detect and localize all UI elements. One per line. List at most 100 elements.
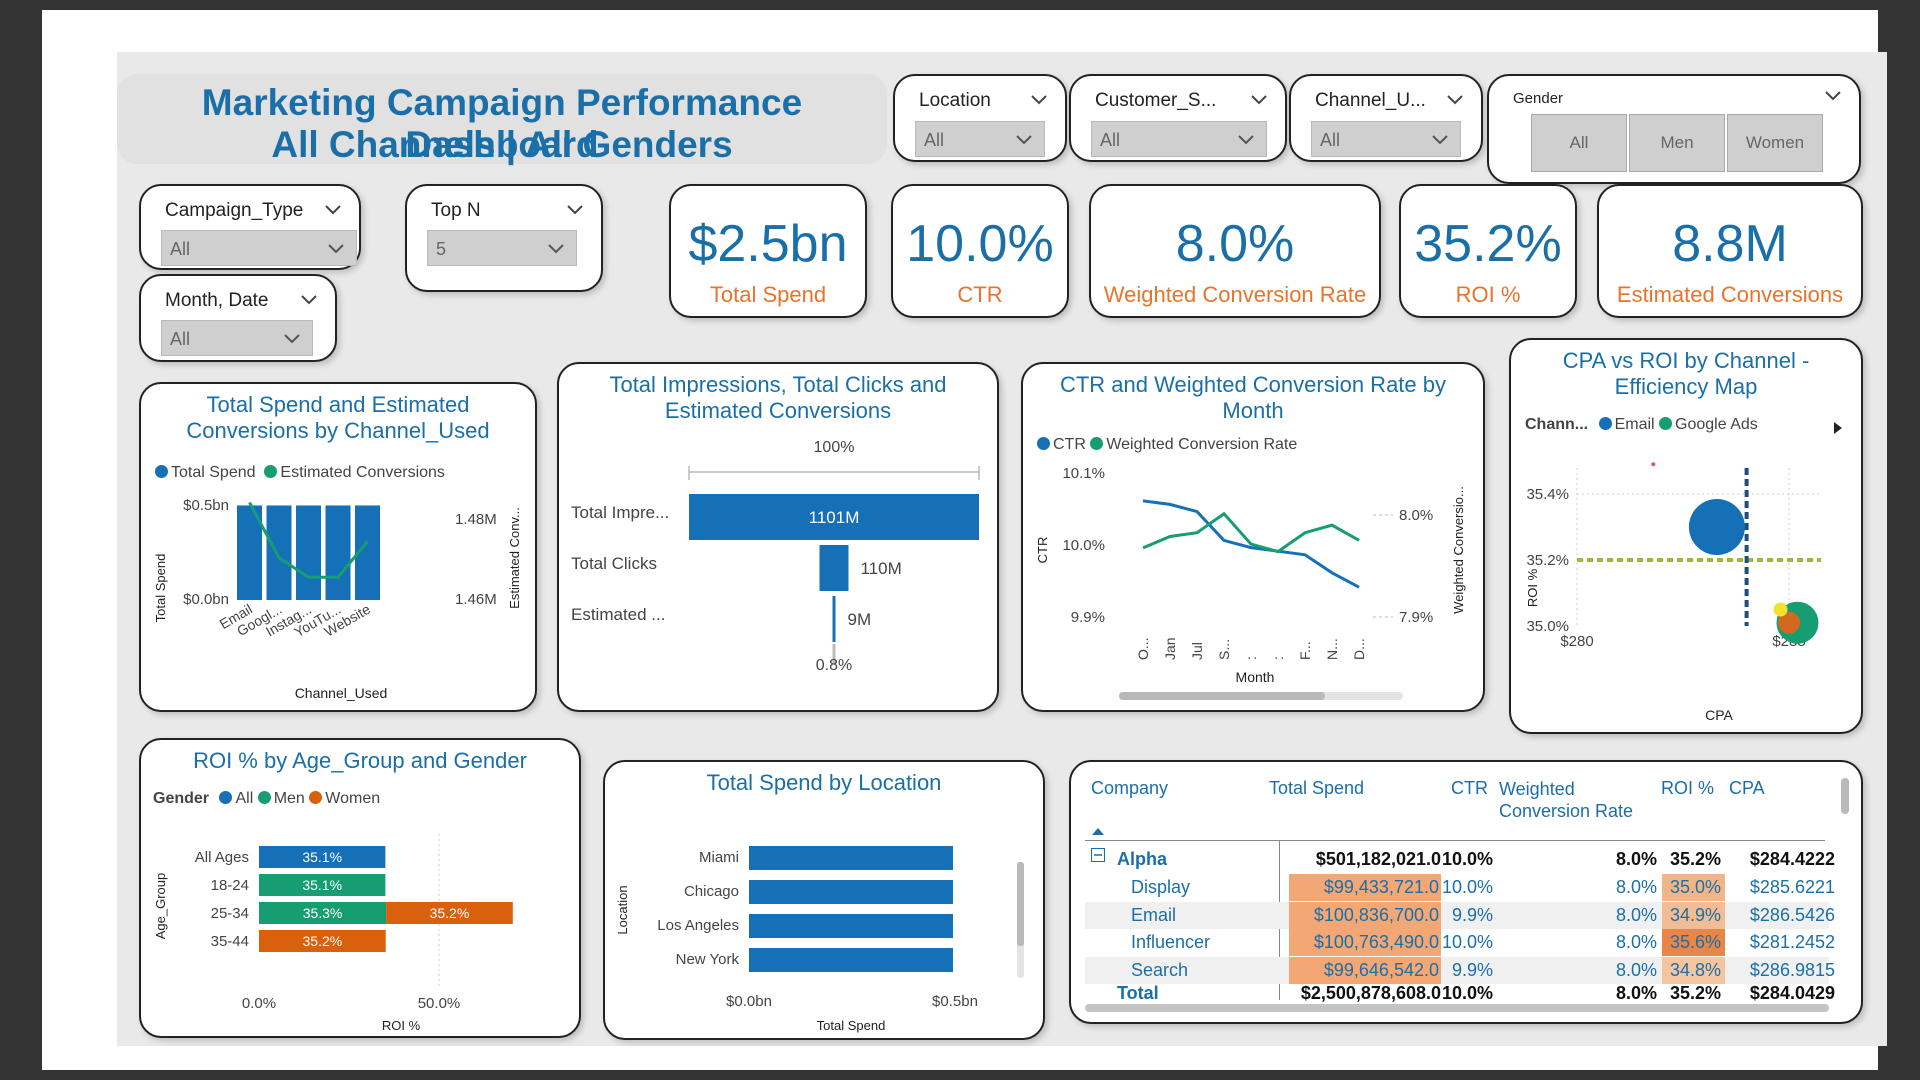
chevron-down-icon[interactable]: [565, 200, 585, 220]
table-cell-cpa: $284.0429: [1749, 983, 1835, 1003]
collapse-icon[interactable]: [1091, 848, 1105, 862]
legend-dot: [264, 465, 278, 478]
column-header-ctr[interactable]: CTR: [1451, 778, 1488, 799]
legend-scroll-right-icon[interactable]: [1831, 420, 1845, 436]
scrollbar-thumb[interactable]: [1017, 862, 1024, 946]
chevron-down-icon[interactable]: [1029, 90, 1049, 110]
month-date-slicer[interactable]: Month, Date All: [139, 274, 337, 362]
table-cell-ctr: 10.0%: [1441, 877, 1493, 897]
sort-ascending-icon[interactable]: [1091, 826, 1105, 836]
vertical-scrollbar[interactable]: [1841, 778, 1849, 814]
column-header-weighted-conversion-rate[interactable]: Weighted Conversion Rate: [1499, 778, 1635, 822]
scatter-point[interactable]: [1773, 602, 1788, 617]
x-axis-label: Month: [1236, 669, 1275, 685]
spend-location-chart-card: Total Spend by Location Location Miami Ch…: [603, 760, 1045, 1040]
x-tick: 50.0%: [418, 995, 461, 1012]
chevron-down-icon[interactable]: [1445, 90, 1465, 110]
kpi-card-ctr: 10.0% CTR: [891, 184, 1069, 318]
chevron-down-icon[interactable]: [1249, 90, 1269, 110]
month-date-dropdown[interactable]: All: [161, 320, 313, 356]
scatter-point[interactable]: [1651, 462, 1656, 467]
campaign-type-dropdown[interactable]: All: [161, 230, 357, 266]
legend-dot: [219, 791, 233, 804]
gender-option-women[interactable]: Women: [1727, 114, 1823, 172]
table-cell-ctr: 10.0%: [1441, 849, 1493, 869]
kpi-label: Estimated Conversions: [1616, 282, 1844, 307]
location-bar[interactable]: [749, 880, 953, 904]
legend-item: CTR: [1053, 436, 1086, 453]
x-tick: $280: [1560, 633, 1593, 650]
row-label: Email: [1131, 904, 1177, 925]
x-axis-label: ROI %: [382, 1018, 421, 1033]
funnel-chart-card: Total Impressions, Total Clicks and Esti…: [557, 362, 999, 712]
horizontal-scrollbar[interactable]: [1085, 1004, 1829, 1012]
column-header-cpa[interactable]: CPA: [1729, 778, 1765, 799]
chevron-down-icon: [1432, 135, 1448, 145]
company-table-card: Company Total Spend CTR Weighted Convers…: [1069, 760, 1863, 1024]
x-tick: $0.5bn: [932, 993, 978, 1010]
column-header-company[interactable]: Company: [1091, 778, 1168, 799]
kpi-label: Weighted Conversion Rate: [1103, 282, 1367, 307]
table-cell-roi: 35.2%: [1669, 983, 1721, 1003]
dashboard-subtitle: All Channels | All Genders: [271, 124, 733, 165]
scatter-point-email[interactable]: [1688, 499, 1745, 555]
y-axis-label: Location: [615, 885, 630, 934]
gender-slicer[interactable]: Gender All Men Women: [1487, 74, 1861, 184]
column-header-roi[interactable]: ROI %: [1661, 778, 1714, 799]
top-n-slicer[interactable]: Top N 5: [405, 184, 603, 292]
y2-axis-label: Estimated Conv...: [507, 507, 522, 609]
table-cell-roi: 35.2%: [1669, 849, 1721, 869]
kpi-card-total-spend: $2.5bn Total Spend: [669, 184, 867, 318]
location-bar[interactable]: [749, 846, 953, 870]
kpi-value: 10.0%: [906, 215, 1054, 273]
table-cell-wcr: 8.0%: [1615, 932, 1657, 952]
row-label: Influencer: [1131, 932, 1211, 952]
chevron-down-icon[interactable]: [1823, 86, 1843, 106]
legend-item: Estimated Conversions: [280, 464, 445, 481]
chevron-down-icon[interactable]: [299, 290, 319, 310]
campaign-type-slicer[interactable]: Campaign_Type All: [139, 184, 361, 270]
location-bar[interactable]: [749, 914, 953, 938]
top-n-dropdown[interactable]: 5: [427, 230, 577, 266]
column-header-total-spend[interactable]: Total Spend: [1269, 778, 1364, 799]
y2-tick: 7.9%: [1399, 609, 1433, 626]
gender-option-men[interactable]: Men: [1629, 114, 1725, 172]
location-bar[interactable]: [749, 948, 953, 972]
chevron-down-icon: [548, 244, 564, 254]
customer-segment-slicer[interactable]: Customer_S... All: [1069, 74, 1287, 162]
chevron-down-icon: [328, 244, 344, 254]
channel-used-dropdown[interactable]: All: [1311, 121, 1461, 157]
gender-option-all[interactable]: All: [1531, 114, 1627, 172]
table-cell-ctr: 9.9%: [1451, 904, 1493, 925]
funnel-bar[interactable]: [819, 545, 849, 591]
table-cell-spend: $2,500,878,608.0: [1300, 983, 1441, 1003]
y-tick: 9.9%: [1071, 609, 1105, 626]
top-n-dropdown-value: 5: [436, 239, 447, 259]
table-cell-cpa: $286.9815: [1749, 959, 1835, 980]
location-slicer[interactable]: Location All: [893, 74, 1067, 162]
table-cell-roi: 34.8%: [1661, 956, 1725, 984]
gender-slicer-label: Gender: [1513, 90, 1564, 107]
chart-title: Total Impressions, Total Clicks and Esti…: [609, 372, 947, 423]
channel-used-slicer[interactable]: Channel_U... All: [1289, 74, 1483, 162]
group-row-label[interactable]: Alpha: [1117, 849, 1167, 870]
y-axis-label: Age_Group: [153, 873, 168, 940]
chart-title: Total Spend by Location: [706, 770, 942, 795]
table-cell-ctr: 10.0%: [1441, 983, 1493, 1003]
ctr-month-chart: 10.1% 10.0% 9.9% 8.0% 7.9% CTR Weighted …: [1035, 465, 1466, 700]
legend-item: Women: [325, 790, 381, 807]
location-dropdown[interactable]: All: [915, 121, 1045, 157]
y-tick: $0.5bn: [183, 497, 229, 514]
spend-bar[interactable]: [266, 505, 292, 600]
table-cell-cpa: $284.4222: [1749, 849, 1835, 869]
x-tick: Jul: [1189, 642, 1205, 660]
chevron-down-icon[interactable]: [323, 200, 343, 220]
spend-bar[interactable]: [296, 505, 321, 600]
kpi-value: 8.0%: [1175, 215, 1295, 273]
cpa-roi-chart-card: CPA vs ROI by Channel - Efficiency Map C…: [1509, 338, 1863, 734]
legend-dot: [309, 791, 323, 804]
scrollbar-thumb[interactable]: [1119, 692, 1325, 700]
spend-bar[interactable]: [325, 505, 351, 600]
funnel-bar[interactable]: [832, 596, 836, 642]
customer-segment-dropdown[interactable]: All: [1091, 121, 1267, 157]
